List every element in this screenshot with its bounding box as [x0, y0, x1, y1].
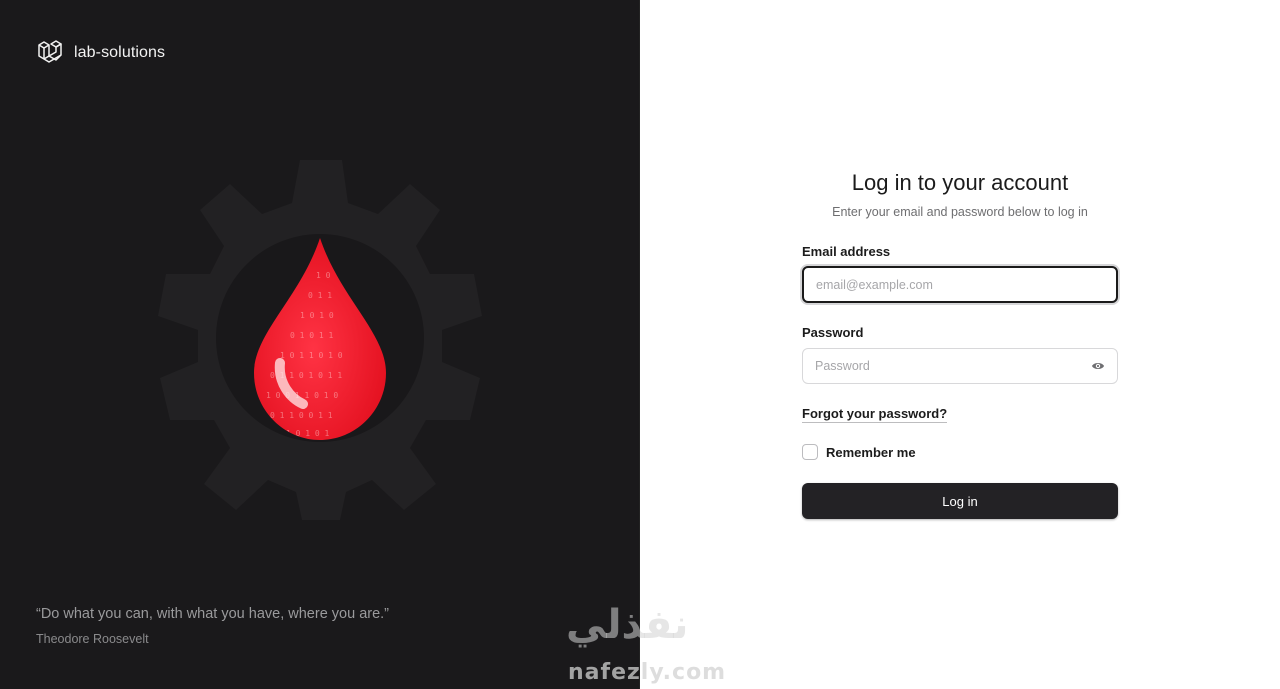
- watermark-arabic: نفذلي: [566, 602, 689, 648]
- password-label: Password: [802, 325, 864, 340]
- svg-text:0 1 1: 0 1 1: [308, 291, 332, 300]
- login-panel: Log in to your account Enter your email …: [640, 0, 1280, 689]
- blood-drop-gear-icon: 1 0 0 1 1 1 0 1 0 0 1 0 1 1 1 0 1 1 0 1 …: [158, 160, 482, 520]
- email-field[interactable]: [802, 266, 1118, 303]
- email-label: Email address: [802, 244, 891, 259]
- login-form: Log in to your account Enter your email …: [802, 170, 1118, 519]
- brand-name: lab-solutions: [74, 44, 166, 61]
- password-field[interactable]: [802, 348, 1118, 384]
- svg-text:1 0 1 0: 1 0 1 0: [300, 311, 334, 320]
- svg-text:0 1 1 0 0 1 1: 0 1 1 0 0 1 1: [270, 411, 333, 420]
- eye-icon[interactable]: [1091, 360, 1105, 372]
- brand[interactable]: lab-solutions: [36, 39, 165, 67]
- quote-text: “Do what you can, with what you have, wh…: [36, 606, 390, 622]
- remember-label: Remember me: [826, 444, 916, 460]
- remember-me[interactable]: Remember me: [802, 444, 916, 460]
- svg-text:1 0: 1 0: [316, 271, 331, 280]
- svg-text:1 0 1 1 0 1 0: 1 0 1 1 0 1 0: [280, 351, 343, 360]
- svg-text:0 1 0 1 1: 0 1 0 1 1: [290, 331, 334, 340]
- forgot-password-link[interactable]: Forgot your password?: [802, 406, 948, 423]
- watermark-latin: nafezly.com: [568, 660, 727, 685]
- page-subtitle: Enter your email and password below to l…: [832, 205, 1088, 219]
- quote-author: Theodore Roosevelt: [36, 632, 149, 646]
- page-title: Log in to your account: [851, 170, 1069, 195]
- laravel-logo-icon: [38, 40, 62, 63]
- quote: “Do what you can, with what you have, wh…: [36, 606, 389, 646]
- remember-checkbox[interactable]: [802, 444, 818, 460]
- watermark: نفذلي nafezly.com: [560, 602, 725, 688]
- brand-panel: lab-solutions 1 0 0 1 1 1 0 1 0 0 1 0 1 …: [0, 0, 640, 689]
- login-button[interactable]: Log in: [802, 483, 1118, 519]
